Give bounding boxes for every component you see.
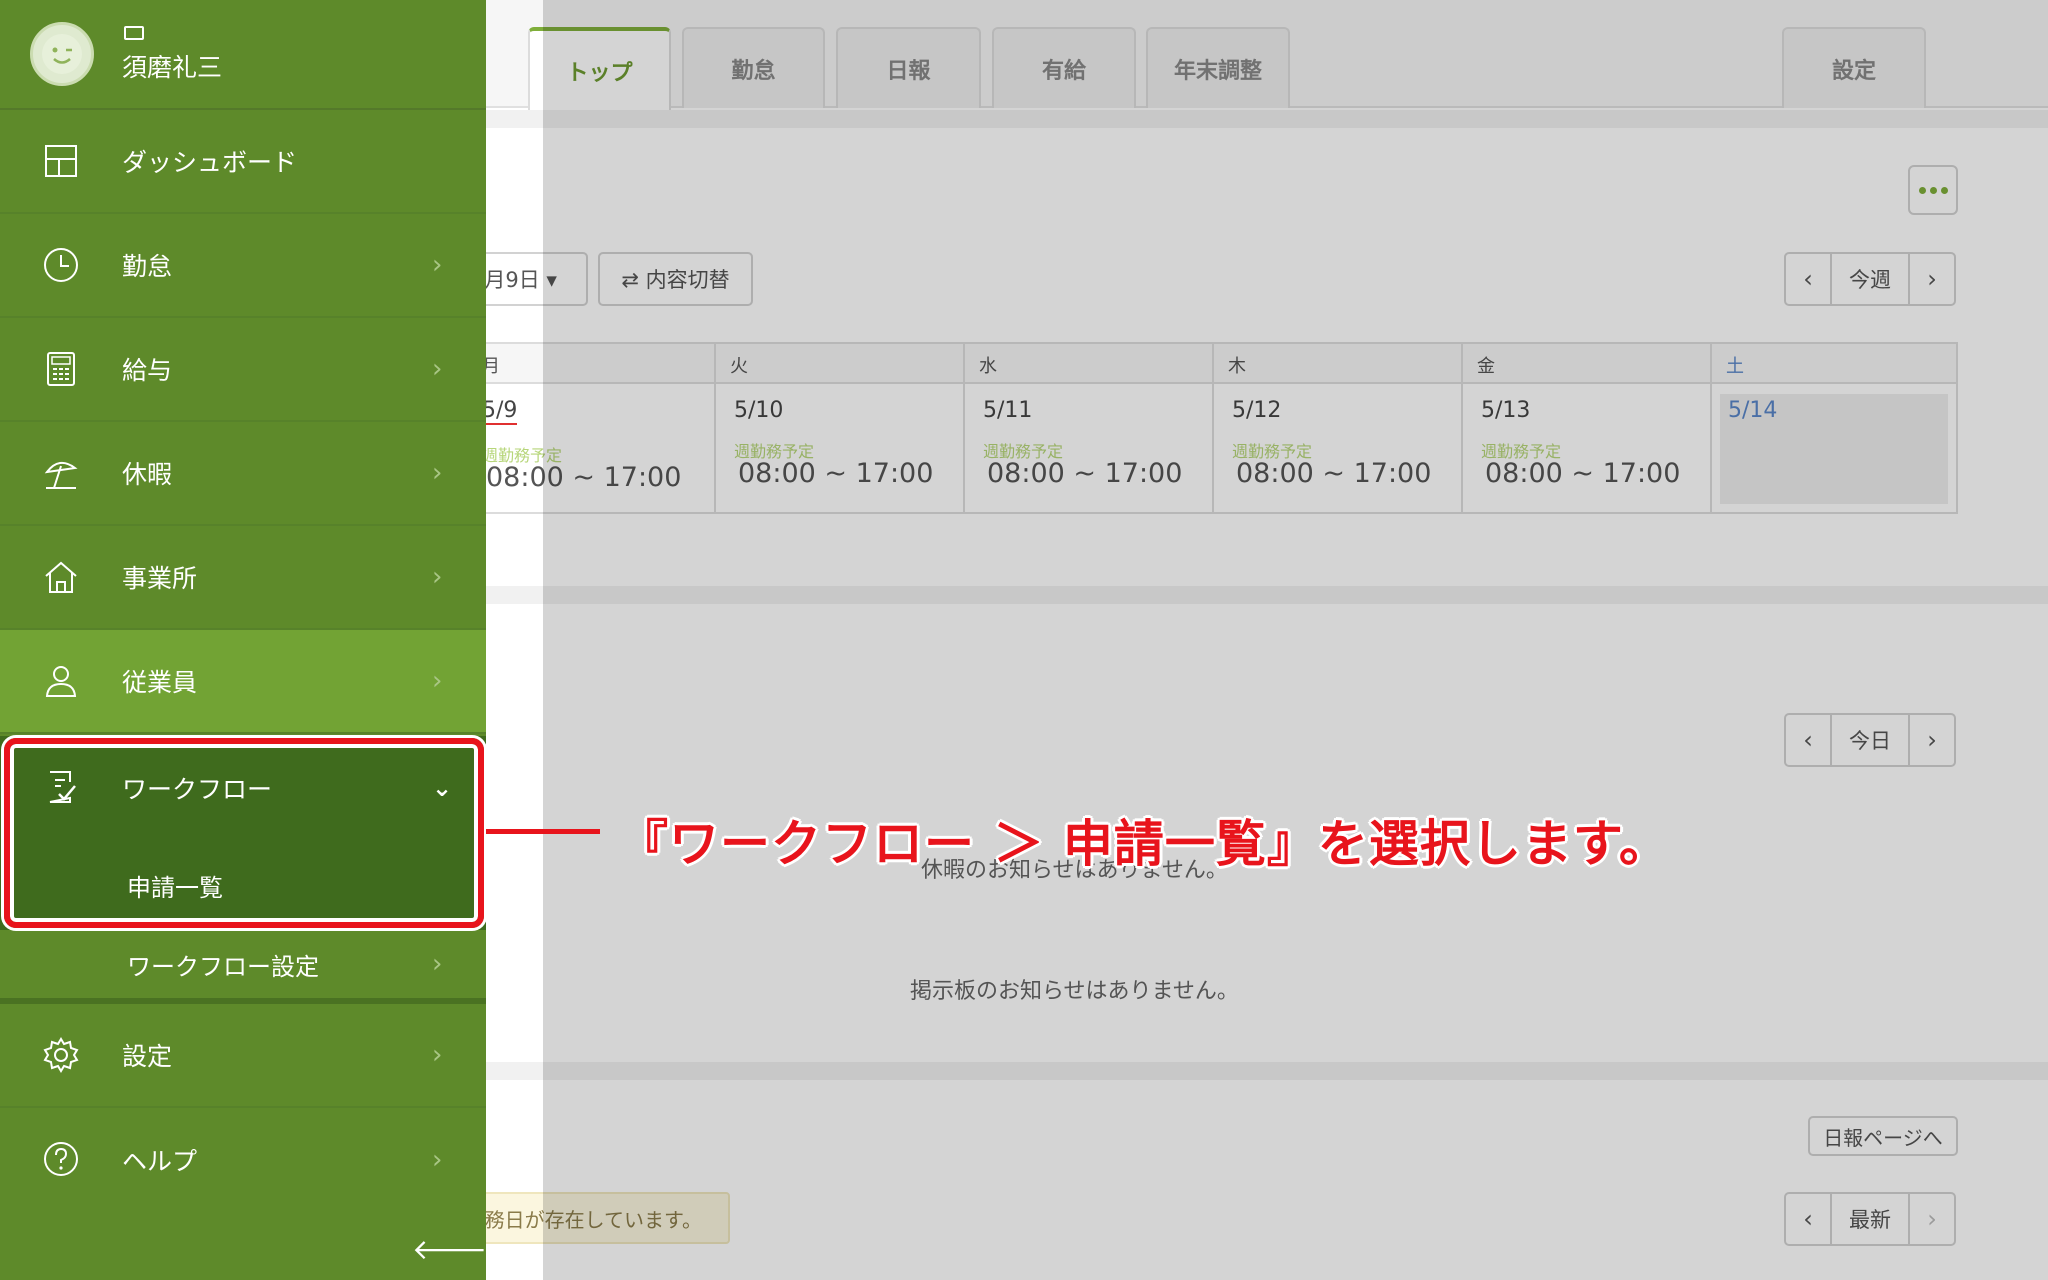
sidebar: 須磨礼三 ダッシュボード 勤怠 › 給与 › 休暇 › 事業所 › 従業員 › … — [0, 0, 487, 1280]
sidebar-item-help[interactable]: ヘルプ › — [0, 1108, 486, 1212]
sidebar-item-label: 休暇 — [122, 460, 173, 489]
chevron-right-icon: › — [432, 250, 443, 280]
chevron-right-icon: › — [432, 354, 443, 384]
collapse-sidebar-icon[interactable]: 🡐 — [412, 1232, 487, 1266]
sidebar-item-attendance[interactable]: 勤怠 › — [0, 214, 486, 318]
person-icon — [45, 666, 77, 697]
help-icon — [44, 1142, 78, 1176]
sidebar-item-label: ダッシュボード — [122, 148, 298, 177]
sidebar-item-employee[interactable]: 従業員 › — [0, 630, 486, 734]
chevron-right-icon: › — [432, 562, 443, 592]
highlight-box — [4, 738, 484, 928]
sidebar-subitem-workflow-settings[interactable]: ワークフロー設定 › — [0, 930, 486, 1004]
chevron-right-icon: › — [432, 666, 443, 696]
clock-icon — [44, 248, 78, 282]
id-card-icon — [124, 26, 144, 40]
user-name: 須磨礼三 — [122, 53, 223, 82]
avatar — [30, 22, 94, 86]
sidebar-item-label: 設定 — [122, 1042, 173, 1071]
sidebar-item-vacation[interactable]: 休暇 › — [0, 422, 486, 526]
dashboard-icon — [45, 145, 77, 177]
sidebar-item-label: 給与 — [122, 356, 173, 385]
sidebar-item-label: 勤怠 — [122, 252, 173, 281]
chevron-right-icon: › — [432, 458, 443, 488]
sidebar-item-label: 従業員 — [122, 668, 198, 697]
sidebar-item-settings[interactable]: 設定 › — [0, 1004, 486, 1108]
sidebar-subitem-label: ワークフロー設定 — [127, 952, 319, 981]
sidebar-item-payroll[interactable]: 給与 › — [0, 318, 486, 422]
chevron-right-icon: › — [432, 1145, 443, 1175]
beach-umbrella-icon — [44, 461, 78, 489]
user-profile[interactable]: 須磨礼三 — [0, 0, 486, 110]
home-icon — [45, 561, 77, 593]
callout-line — [486, 829, 600, 834]
sidebar-item-dashboard[interactable]: ダッシュボード — [0, 110, 486, 214]
chevron-right-icon: › — [432, 949, 443, 979]
sidebar-item-label: 事業所 — [122, 564, 198, 593]
sidebar-item-office[interactable]: 事業所 › — [0, 526, 486, 630]
date-label-today[interactable]: 5/9 — [482, 398, 518, 425]
avatar-face-icon — [42, 34, 82, 74]
chevron-right-icon: › — [432, 1040, 443, 1070]
gear-icon — [43, 1037, 79, 1073]
sidebar-item-label: ヘルプ — [122, 1147, 198, 1176]
modal-backdrop[interactable] — [543, 0, 2048, 1280]
instruction-callout: 『ワークフロー ＞ 申請一覧』を選択します。 — [618, 815, 1670, 873]
calculator-icon — [47, 352, 75, 386]
